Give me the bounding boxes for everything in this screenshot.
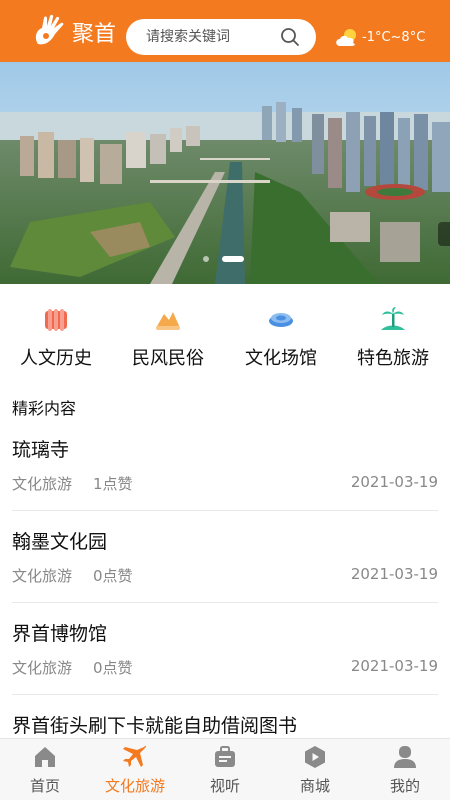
top-header: 聚首 -1°C~8°C bbox=[0, 0, 450, 62]
category-label: 人文历史 bbox=[20, 348, 92, 369]
palm-island-icon bbox=[381, 307, 405, 330]
hand-logo-icon bbox=[35, 14, 64, 45]
category-label: 文化场馆 bbox=[245, 348, 317, 369]
banner-next-arrow[interactable] bbox=[438, 222, 450, 246]
list-item[interactable]: 翰墨文化园 文化旅游 0点赞 2021-03-19 bbox=[0, 527, 450, 619]
hero-banner[interactable]: 界首 bbox=[0, 62, 450, 284]
tab-label: 文化旅游 bbox=[104, 777, 165, 795]
category-grid: 人文历史 民风民俗 文化场馆 特色旅游 bbox=[0, 300, 450, 380]
category-label: 民风民俗 bbox=[132, 348, 204, 369]
search-input[interactable] bbox=[146, 27, 276, 47]
list-item[interactable]: 琉璃寺 文化旅游 1点赞 2021-03-19 bbox=[0, 435, 450, 527]
list-item[interactable]: 界首博物馆 文化旅游 0点赞 2021-03-19 bbox=[0, 619, 450, 711]
folk-custom-icon bbox=[156, 312, 180, 330]
article-title: 界首街头刷下卡就能自助借阅图书 bbox=[12, 715, 298, 737]
article-title: 翰墨文化园 bbox=[12, 531, 108, 553]
play-icon bbox=[305, 746, 325, 768]
airplane-icon bbox=[123, 745, 147, 767]
pagination-dot-active[interactable] bbox=[222, 256, 244, 262]
category-venue[interactable]: 文化场馆 bbox=[225, 300, 337, 376]
tab-label: 视听 bbox=[209, 777, 240, 795]
banner-pagination bbox=[0, 256, 450, 266]
article-likes: 0点赞 bbox=[93, 567, 133, 585]
list-item[interactable]: 界首街头刷下卡就能自助借阅图书 bbox=[0, 711, 450, 737]
category-label: 特色旅游 bbox=[357, 348, 429, 369]
section-title: 精彩内容 bbox=[12, 399, 77, 418]
divider bbox=[12, 694, 438, 695]
tab-label: 商城 bbox=[299, 777, 330, 795]
home-icon bbox=[35, 747, 55, 767]
tab-mall[interactable]: 商城 bbox=[270, 739, 360, 800]
tab-audiovisual[interactable]: 视听 bbox=[180, 739, 270, 800]
divider bbox=[12, 602, 438, 603]
city-aerial-photo bbox=[0, 62, 450, 284]
article-likes: 1点赞 bbox=[93, 475, 133, 493]
app-name: 聚首 bbox=[72, 22, 117, 47]
tab-profile[interactable]: 我的 bbox=[360, 739, 450, 800]
user-icon bbox=[394, 746, 416, 768]
tab-culture-travel[interactable]: 文化旅游 bbox=[90, 739, 180, 800]
history-icon bbox=[45, 309, 67, 331]
article-title: 界首博物馆 bbox=[12, 623, 108, 645]
divider bbox=[12, 510, 438, 511]
temperature-range: -1°C~8°C bbox=[362, 30, 426, 45]
category-folk[interactable]: 民风民俗 bbox=[112, 300, 224, 376]
article-date: 2021-03-19 bbox=[350, 565, 438, 583]
search-icon[interactable] bbox=[280, 27, 300, 47]
pagination-dot[interactable] bbox=[203, 256, 209, 262]
bottom-tab-bar: 首页 文化旅游 视听 商城 我的 bbox=[0, 738, 450, 800]
article-title: 琉璃寺 bbox=[12, 439, 70, 461]
article-category: 文化旅游 bbox=[12, 659, 73, 677]
tab-label: 我的 bbox=[389, 777, 420, 795]
article-date: 2021-03-19 bbox=[350, 473, 438, 491]
tab-label: 首页 bbox=[29, 777, 60, 795]
cloud-sun-icon bbox=[336, 29, 356, 46]
article-date: 2021-03-19 bbox=[350, 657, 438, 675]
category-travel[interactable]: 特色旅游 bbox=[337, 300, 449, 376]
article-category: 文化旅游 bbox=[12, 475, 73, 493]
venue-icon bbox=[269, 313, 293, 327]
article-category: 文化旅游 bbox=[12, 567, 73, 585]
search-bar[interactable] bbox=[126, 19, 316, 55]
tab-home[interactable]: 首页 bbox=[0, 739, 90, 800]
category-history[interactable]: 人文历史 bbox=[0, 300, 112, 376]
briefcase-icon bbox=[215, 746, 235, 767]
article-likes: 0点赞 bbox=[93, 659, 133, 677]
